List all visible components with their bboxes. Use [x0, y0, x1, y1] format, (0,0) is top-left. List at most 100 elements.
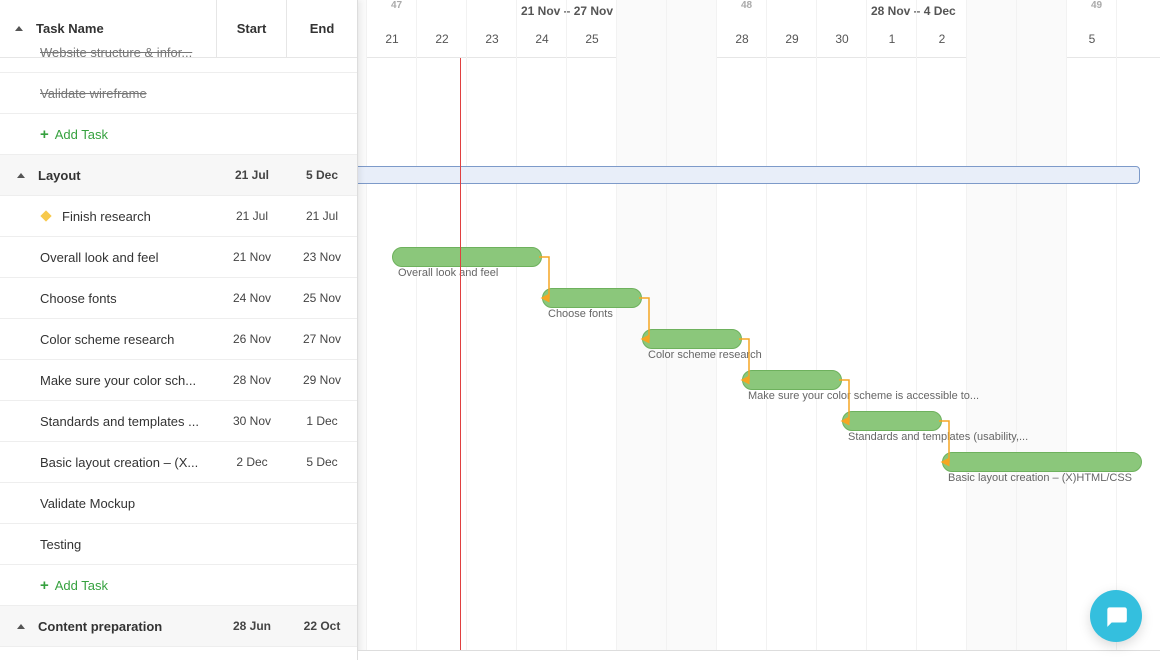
add-task-label: Add Task: [55, 127, 108, 142]
task-name-label: Overall look and feel: [40, 250, 159, 265]
task-bar-label: Choose fonts: [548, 308, 613, 320]
task-row[interactable]: Website structure & infor...: [0, 32, 357, 73]
task-name-cell[interactable]: Website structure & infor...: [0, 45, 217, 60]
task-start-cell: 21 Jul: [217, 209, 287, 223]
grid-column: [358, 58, 367, 660]
add-task-row[interactable]: + Add Task: [0, 114, 357, 155]
task-name-label: Validate wireframe: [40, 86, 147, 101]
grid-column: [517, 58, 567, 660]
task-row[interactable]: Overall look and feel 21 Nov23 Nov: [0, 237, 357, 278]
task-name-cell[interactable]: Overall look and feel: [0, 250, 217, 265]
task-bar[interactable]: [542, 288, 642, 308]
task-row[interactable]: Standards and templates ... 30 Nov1 Dec: [0, 401, 357, 442]
collapse-icon[interactable]: [12, 617, 30, 635]
task-name-label: Basic layout creation – (X...: [40, 455, 198, 470]
task-start-cell: 30 Nov: [217, 414, 287, 428]
grid-column: [817, 58, 867, 660]
task-end-cell: 5 Dec: [287, 455, 357, 469]
task-name-label: Content preparation: [38, 619, 162, 634]
task-row[interactable]: Validate Mockup: [0, 483, 357, 524]
grid-column: [767, 58, 817, 660]
task-name-cell[interactable]: Content preparation: [0, 617, 217, 635]
task-end-cell: 23 Nov: [287, 250, 357, 264]
task-bar[interactable]: [742, 370, 842, 390]
task-row[interactable]: Make sure your color sch... 28 Nov29 Nov: [0, 360, 357, 401]
grid-column: [567, 58, 617, 660]
task-name-cell[interactable]: Make sure your color sch...: [0, 373, 217, 388]
grid-column: [467, 58, 517, 660]
task-bar[interactable]: [842, 411, 942, 431]
task-name-label: Layout: [38, 168, 81, 183]
task-name-cell[interactable]: Testing: [0, 537, 217, 552]
task-name-cell[interactable]: Layout: [0, 166, 217, 184]
task-bar[interactable]: [642, 329, 742, 349]
task-row[interactable]: Validate wireframe: [0, 73, 357, 114]
milestone-icon: [40, 210, 51, 221]
task-start-cell: 21 Nov: [217, 250, 287, 264]
group-bar[interactable]: [358, 166, 1140, 184]
task-start-cell: 28 Jun: [217, 619, 287, 633]
today-line: [460, 58, 461, 660]
grid-column: [367, 58, 417, 660]
task-start-cell: 2 Dec: [217, 455, 287, 469]
task-name-label: Color scheme research: [40, 332, 174, 347]
task-bar[interactable]: [392, 247, 542, 267]
task-name-cell[interactable]: Validate wireframe: [0, 86, 217, 101]
scrollbar-area[interactable]: [358, 650, 1160, 660]
grid-column: [967, 58, 1017, 660]
task-name-label: Website structure & infor...: [40, 45, 192, 60]
task-end-cell: 22 Oct: [287, 619, 357, 633]
task-bar-label: Standards and templates (usability,...: [848, 431, 1028, 443]
plus-icon: +: [40, 577, 49, 594]
task-row[interactable]: Choose fonts 24 Nov25 Nov: [0, 278, 357, 319]
task-end-cell: 25 Nov: [287, 291, 357, 305]
add-task-row[interactable]: + Add Task: [0, 565, 357, 606]
grid-column: [867, 58, 917, 660]
grid-column: [1067, 58, 1117, 660]
task-name-cell[interactable]: Basic layout creation – (X...: [0, 455, 217, 470]
task-name-label: Choose fonts: [40, 291, 117, 306]
timeline-body[interactable]: Overall look and feel Choose fonts Color s…: [358, 58, 1160, 660]
task-start-cell: 21 Jul: [217, 168, 287, 182]
task-name-cell[interactable]: Color scheme research: [0, 332, 217, 347]
task-end-cell: 29 Nov: [287, 373, 357, 387]
add-task-label: Add Task: [55, 578, 108, 593]
task-name-cell[interactable]: Choose fonts: [0, 291, 217, 306]
task-name-label: Finish research: [62, 209, 151, 224]
group-row[interactable]: Content preparation 28 Jun22 Oct: [0, 606, 357, 647]
task-name-cell[interactable]: Finish research: [0, 209, 217, 224]
task-row[interactable]: Testing: [0, 524, 357, 565]
chat-button[interactable]: [1090, 590, 1142, 642]
task-name-label: Testing: [40, 537, 81, 552]
timeline-header: 4721 Nov – 27 Nov4828 Nov – 4 Dec49 2021…: [358, 0, 1160, 58]
task-bar-label: Make sure your color scheme is accessibl…: [748, 390, 979, 402]
task-name-cell[interactable]: Standards and templates ...: [0, 414, 217, 429]
task-row[interactable]: Finish research 21 Jul21 Jul: [0, 196, 357, 237]
task-bar-label: Basic layout creation – (X)HTML/CSS: [948, 472, 1132, 484]
task-end-cell: 27 Nov: [287, 332, 357, 346]
task-end-cell: 1 Dec: [287, 414, 357, 428]
task-list-panel: Task Name Start End Website structure & …: [0, 0, 358, 660]
task-rows: Website structure & infor... Validate wir…: [0, 32, 357, 660]
task-start-cell: 24 Nov: [217, 291, 287, 305]
group-row[interactable]: Layout 21 Jul5 Dec: [0, 155, 357, 196]
task-name-label: Make sure your color sch...: [40, 373, 196, 388]
task-name-label: Standards and templates ...: [40, 414, 199, 429]
task-end-cell: 21 Jul: [287, 209, 357, 223]
task-row[interactable]: Color scheme research 26 Nov27 Nov: [0, 319, 357, 360]
task-name-label: Validate Mockup: [40, 496, 135, 511]
task-start-cell: 26 Nov: [217, 332, 287, 346]
collapse-icon[interactable]: [12, 166, 30, 184]
task-bar[interactable]: [942, 452, 1142, 472]
task-start-cell: 28 Nov: [217, 373, 287, 387]
plus-icon: +: [40, 126, 49, 143]
task-name-cell[interactable]: Validate Mockup: [0, 496, 217, 511]
task-bar-label: Overall look and feel: [398, 267, 498, 279]
grid-column: [917, 58, 967, 660]
grid-column: [1017, 58, 1067, 660]
task-bar-label: Color scheme research: [648, 349, 762, 361]
timeline-panel[interactable]: 4721 Nov – 27 Nov4828 Nov – 4 Dec49 2021…: [358, 0, 1160, 660]
task-end-cell: 5 Dec: [287, 168, 357, 182]
chat-icon: [1103, 603, 1129, 629]
task-row[interactable]: Basic layout creation – (X... 2 Dec5 Dec: [0, 442, 357, 483]
